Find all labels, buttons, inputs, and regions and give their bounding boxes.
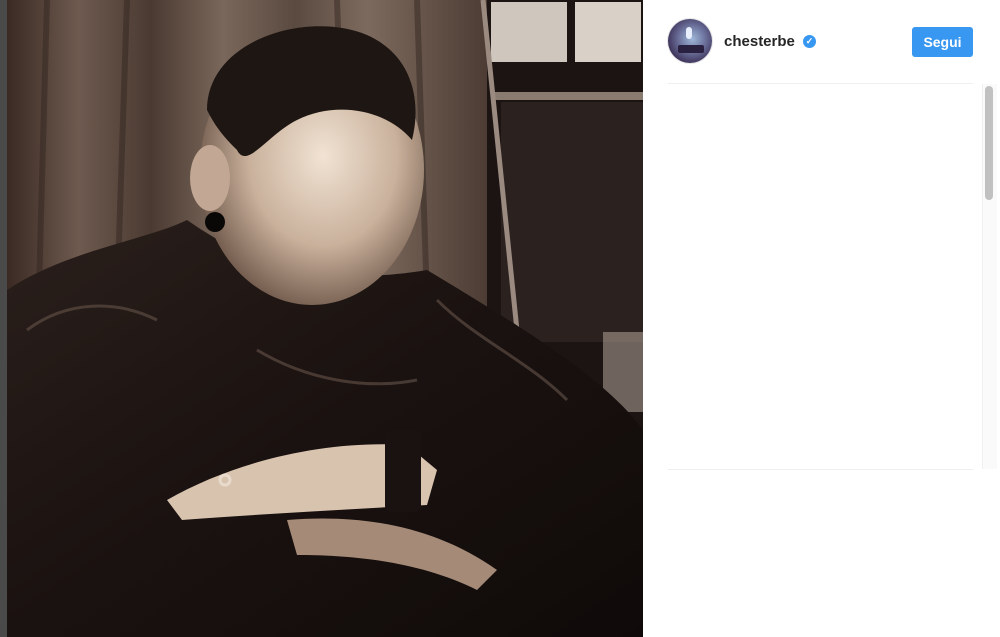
comments-divider xyxy=(668,469,973,470)
post-photo-image xyxy=(7,0,643,637)
follow-button[interactable]: Segui xyxy=(912,27,973,57)
author-avatar[interactable] xyxy=(668,19,712,63)
post-photo[interactable] xyxy=(7,0,643,637)
comments-scrollbar-thumb[interactable] xyxy=(985,86,993,200)
post-sidebar: chesterbe ✓ Segui xyxy=(643,0,1000,637)
window-edge xyxy=(0,0,7,637)
comments-area[interactable] xyxy=(668,84,983,469)
author-username[interactable]: chesterbe xyxy=(724,33,795,50)
verified-badge-icon: ✓ xyxy=(803,35,816,48)
post-header: chesterbe ✓ Segui xyxy=(643,0,1000,82)
